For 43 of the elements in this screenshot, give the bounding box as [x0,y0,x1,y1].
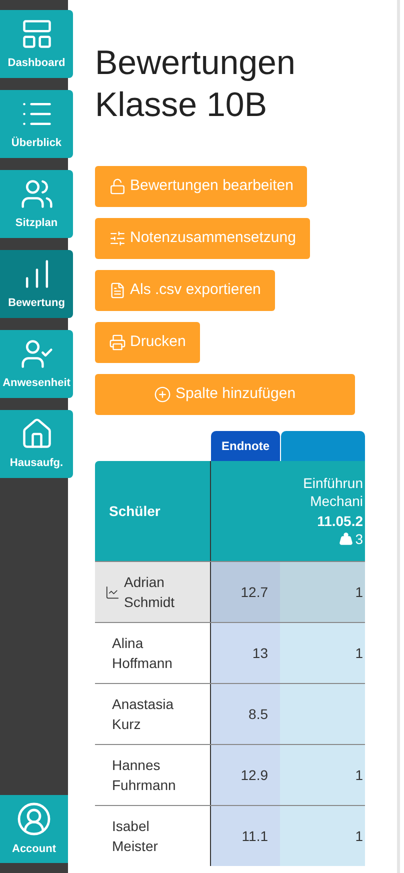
grade-cell: 1 [280,745,365,805]
grade-cell: 1 [280,623,365,683]
student-name: Hannes Fuhrmann [112,756,177,795]
grade-cell: 11.1 [211,806,280,866]
sliders-icon [109,230,126,247]
student-cell[interactable]: Adrian Schmidt [95,562,211,622]
nav-item[interactable]: Sitzplan [0,170,73,238]
action-button[interactable]: Bewertungen bearbeiten [95,166,308,207]
page-title: Bewertungen Klasse 10B [95,43,296,126]
nav-item[interactable]: Anwesenheit [0,330,73,398]
unlock-icon [109,178,126,195]
column-weight: 3 [355,530,363,548]
grade-cell: 1 [280,562,365,622]
file-icon [109,282,126,299]
action-button[interactable]: Spalte hinzufügen [95,374,355,415]
student-name: Alina Hoffmann [112,634,174,673]
grade-cell: 1 [280,806,365,866]
column-tab[interactable] [281,431,365,461]
column-header: Einführun [303,474,363,492]
grade-cell: 8.5 [211,684,280,744]
grade-cell: 12.9 [211,745,280,805]
column-date: 11.05.2 [317,512,363,530]
nav-item[interactable]: Bewertung [0,250,73,318]
action-button[interactable]: Notenzusammensetzung [95,218,310,259]
plus-circle-icon [154,386,172,403]
action-button[interactable]: Drucken [95,322,200,363]
weight-icon [339,532,354,546]
printer-icon [109,334,126,351]
nav-item[interactable]: Überblick [0,90,73,158]
student-name: Isabel Meister [112,817,159,856]
action-button[interactable]: Als .csv exportieren [95,270,275,311]
account-icon [16,800,52,837]
trend-icon [105,584,120,600]
column-header: Schüler [95,461,211,561]
student-name: Anastasia Kurz [112,695,174,734]
grade-cell: 13 [211,623,280,683]
nav-item[interactable]: Hausaufg. [0,410,73,478]
account-button[interactable]: Account [0,795,68,863]
column-header: Mechani [310,492,363,510]
grade-cell: 12.7 [211,562,280,622]
student-name: Adrian Schmidt [124,573,176,612]
column-tab[interactable]: Endnote [211,431,280,461]
nav-item[interactable]: Dashboard [0,10,73,78]
